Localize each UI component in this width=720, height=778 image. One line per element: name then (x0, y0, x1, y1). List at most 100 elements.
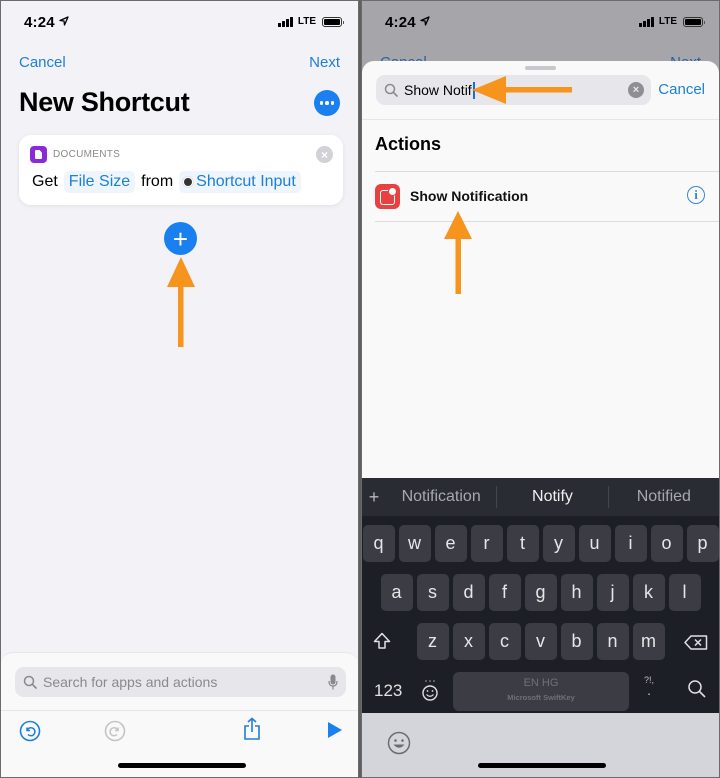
key-v[interactable]: v (524, 623, 557, 660)
add-action-button[interactable]: + (164, 222, 197, 255)
shortcut-input-icon (184, 178, 193, 186)
suggestion-1[interactable]: Notification (386, 488, 496, 506)
network-label: LTE (658, 16, 677, 27)
shift-icon[interactable] (373, 632, 391, 650)
info-icon[interactable]: i (687, 186, 705, 204)
param-token[interactable]: File Size (63, 171, 136, 193)
key-p[interactable]: p (686, 525, 719, 562)
home-indicator (478, 763, 606, 768)
emoji-key-icon[interactable] (421, 679, 439, 701)
battery-icon (683, 16, 705, 27)
suggestion-3[interactable]: Notified (609, 488, 719, 506)
search-key-icon[interactable] (687, 679, 706, 698)
suggestion-2[interactable]: Notify (497, 488, 607, 506)
key-w[interactable]: w (398, 525, 431, 562)
more-options-button[interactable] (314, 90, 340, 116)
key-k[interactable]: k (632, 574, 665, 611)
key-t[interactable]: t (506, 525, 539, 562)
param-label: File Size (68, 173, 131, 190)
action-sentence: Get File Size from Shortcut Input (32, 171, 301, 193)
action-connector: from (141, 173, 174, 190)
sheet-grabber[interactable] (525, 66, 556, 70)
key-s[interactable]: s (416, 574, 449, 611)
key-u[interactable]: u (578, 525, 611, 562)
action-card[interactable]: DOCUMENTS × Get File Size from Shortcut … (19, 135, 343, 205)
key-c[interactable]: c (488, 623, 521, 660)
documents-icon (30, 146, 47, 163)
play-icon[interactable] (327, 721, 343, 739)
status-time: 4:24 (385, 14, 416, 31)
share-icon[interactable] (243, 717, 261, 741)
actions-bottom-sheet: Search for apps and actions (1, 652, 358, 777)
key-z[interactable]: z (416, 623, 449, 660)
cancel-button[interactable]: Cancel (19, 54, 66, 71)
key-row-3: zxcvbnm (362, 623, 719, 660)
backspace-icon[interactable] (684, 635, 708, 650)
status-time: 4:24 (24, 14, 55, 31)
input-token[interactable]: Shortcut Input (179, 171, 301, 193)
search-placeholder: Search for apps and actions (43, 674, 218, 690)
search-icon (384, 83, 398, 97)
add-word-icon[interactable]: + (362, 487, 386, 508)
location-icon (420, 16, 430, 26)
key-i[interactable]: i (614, 525, 647, 562)
notification-icon (375, 184, 400, 209)
redo-icon[interactable] (104, 720, 126, 742)
key-o[interactable]: o (650, 525, 683, 562)
divider (375, 221, 719, 222)
key-d[interactable]: d (452, 574, 485, 611)
space-bar[interactable]: EN HG Microsoft SwiftKey (453, 672, 629, 711)
key-f[interactable]: f (488, 574, 521, 611)
key-a[interactable]: a (380, 574, 413, 611)
key-q[interactable]: q (362, 525, 395, 562)
suggestion-bar: + Notification Notify Notified (362, 478, 719, 516)
undo-icon[interactable] (19, 720, 41, 742)
signal-icon (277, 16, 293, 27)
key-h[interactable]: h (560, 574, 593, 611)
numbers-key[interactable]: 123 (374, 681, 402, 701)
network-label: LTE (297, 16, 316, 27)
remove-action-button[interactable]: × (316, 146, 333, 163)
keyboard: + Notification Notify Notified qwertyuio… (362, 478, 719, 713)
emoji-icon[interactable] (387, 731, 411, 755)
key-j[interactable]: j (596, 574, 629, 611)
left-screen: 4:24 LTE Cancel Next New Shortcut DOCUME… (0, 0, 359, 778)
action-category: DOCUMENTS (53, 149, 121, 160)
key-row-1: qwertyuiop (362, 525, 719, 562)
annotation-arrow-up-icon (167, 257, 195, 347)
status-bar: 4:24 LTE (362, 1, 719, 45)
toolbar-divider (1, 710, 358, 711)
location-icon (59, 16, 69, 26)
status-indicators: LTE (638, 16, 705, 27)
search-input[interactable]: Search for apps and actions (15, 667, 346, 697)
action-result-label: Show Notification (410, 188, 529, 204)
key-x[interactable]: x (452, 623, 485, 660)
key-y[interactable]: y (542, 525, 575, 562)
key-l[interactable]: l (668, 574, 701, 611)
key-m[interactable]: m (632, 623, 665, 660)
status-indicators: LTE (277, 16, 344, 27)
right-screen: 4:24 LTE Cancel Next Show Notif × Cancel… (361, 0, 720, 778)
signal-icon (638, 16, 654, 27)
action-result-item[interactable]: Show Notification i (362, 172, 719, 221)
cancel-search-button[interactable]: Cancel (658, 81, 705, 98)
key-r[interactable]: r (470, 525, 503, 562)
key-e[interactable]: e (434, 525, 467, 562)
clear-search-button[interactable]: × (628, 82, 644, 98)
page-title: New Shortcut (19, 87, 190, 117)
battery-icon (322, 16, 344, 27)
key-b[interactable]: b (560, 623, 593, 660)
key-g[interactable]: g (524, 574, 557, 611)
search-value: Show Notif (404, 82, 472, 98)
keyboard-brand: Microsoft SwiftKey (507, 693, 575, 702)
home-indicator (118, 763, 246, 768)
divider (362, 119, 719, 120)
key-row-2: asdfghjkl (362, 574, 719, 611)
next-button[interactable]: Next (309, 54, 340, 71)
key-n[interactable]: n (596, 623, 629, 660)
section-title: Actions (375, 134, 442, 154)
punctuation-key[interactable]: ?!,. (644, 675, 654, 697)
microphone-icon[interactable] (328, 674, 338, 690)
status-bar: 4:24 LTE (1, 1, 358, 45)
annotation-arrow-up-icon (444, 211, 472, 294)
